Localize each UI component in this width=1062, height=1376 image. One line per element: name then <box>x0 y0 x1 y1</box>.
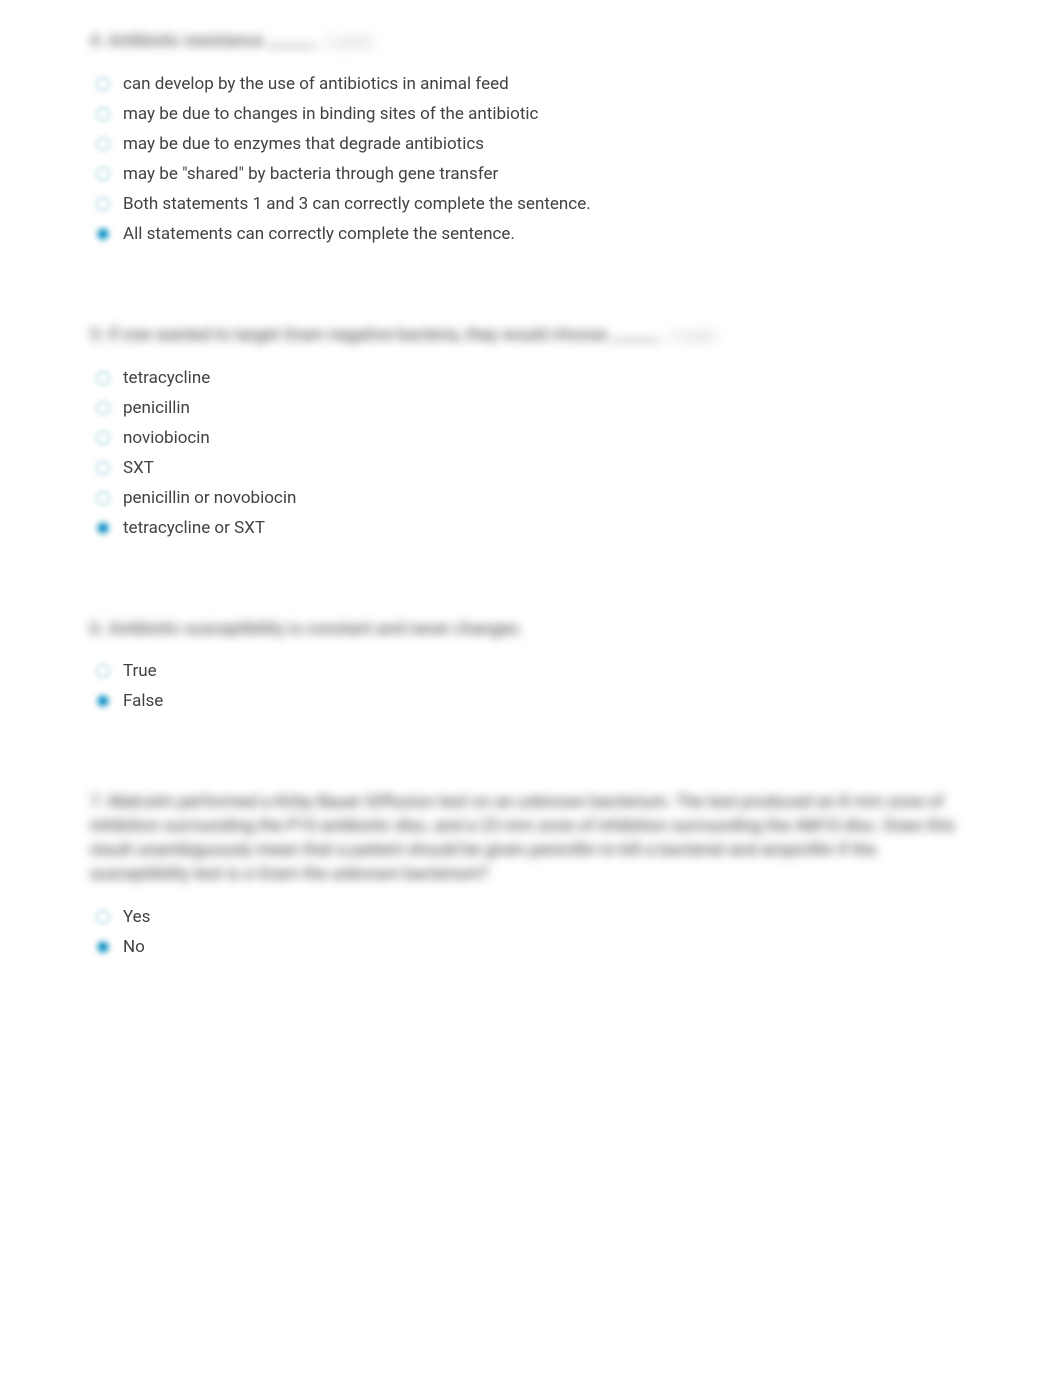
radio-icon <box>95 370 111 386</box>
question-5-option-0[interactable]: tetracycline <box>95 368 972 388</box>
radio-icon <box>95 460 111 476</box>
radio-icon <box>95 400 111 416</box>
question-6-option-0[interactable]: True <box>95 661 972 681</box>
question-5-option-2[interactable]: noviobiocin <box>95 428 972 448</box>
question-4-option-4[interactable]: Both statements 1 and 3 can correctly co… <box>95 194 972 214</box>
question-7-option-1-label: No <box>123 937 145 957</box>
question-4-option-5-label: All statements can correctly complete th… <box>123 224 515 244</box>
question-7-option-1[interactable]: No <box>95 937 972 957</box>
question-7-option-0[interactable]: Yes <box>95 907 972 927</box>
question-4-option-0[interactable]: can develop by the use of antibiotics in… <box>95 74 972 94</box>
radio-icon <box>95 430 111 446</box>
question-5-option-0-label: tetracycline <box>123 368 210 388</box>
radio-icon <box>95 939 111 955</box>
radio-icon <box>95 909 111 925</box>
question-5-number: 5 <box>90 325 100 345</box>
question-4-option-0-label: can develop by the use of antibiotics in… <box>123 74 509 94</box>
question-4-option-1[interactable]: may be due to changes in binding sites o… <box>95 104 972 124</box>
radio-icon <box>95 490 111 506</box>
radio-icon <box>95 693 111 709</box>
question-7-text: Malcolm performed a Kirby Bauer Diffusio… <box>90 792 955 883</box>
question-6-option-1[interactable]: False <box>95 691 972 711</box>
question-4-points: (1 point) <box>326 35 371 49</box>
question-4-option-3[interactable]: may be "shared" by bacteria through gene… <box>95 164 972 184</box>
question-5-option-3-label: SXT <box>123 458 154 478</box>
radio-icon <box>95 663 111 679</box>
question-4-option-4-label: Both statements 1 and 3 can correctly co… <box>123 194 591 214</box>
question-5-option-5-label: tetracycline or SXT <box>123 518 265 538</box>
question-4-text: Antibiotic resistance ______. <box>108 31 318 51</box>
question-5-option-3[interactable]: SXT <box>95 458 972 478</box>
question-4-option-2[interactable]: may be due to enzymes that degrade antib… <box>95 134 972 154</box>
question-6-option-1-label: False <box>123 691 163 711</box>
question-4-option-5[interactable]: All statements can correctly complete th… <box>95 224 972 244</box>
question-7-option-0-label: Yes <box>123 907 150 927</box>
question-6-text: Antibiotic susceptibility is constant an… <box>108 619 523 639</box>
question-5-option-1-label: penicillin <box>123 398 190 418</box>
question-5-option-4[interactable]: penicillin or novobiocin <box>95 488 972 508</box>
question-5-text: If one wanted to target Gram negative ba… <box>108 325 662 345</box>
question-5-option-5[interactable]: tetracycline or SXT <box>95 518 972 538</box>
question-5-option-1[interactable]: penicillin <box>95 398 972 418</box>
radio-icon <box>95 520 111 536</box>
question-4-option-3-label: may be "shared" by bacteria through gene… <box>123 164 498 184</box>
question-5-points: (1 point) <box>670 329 715 343</box>
radio-icon <box>95 106 111 122</box>
radio-icon <box>95 196 111 212</box>
question-5-option-2-label: noviobiocin <box>123 428 210 448</box>
question-6-option-0-label: True <box>123 661 157 681</box>
question-4-option-2-label: may be due to enzymes that degrade antib… <box>123 134 484 154</box>
question-6-number: 6 <box>90 619 100 639</box>
question-5-option-4-label: penicillin or novobiocin <box>123 488 296 508</box>
radio-icon <box>95 76 111 92</box>
question-7-number: 7 <box>90 792 100 812</box>
radio-icon <box>95 136 111 152</box>
radio-icon <box>95 166 111 182</box>
question-4-number: 4 <box>90 31 100 51</box>
question-4-option-1-label: may be due to changes in binding sites o… <box>123 104 538 124</box>
radio-icon <box>95 226 111 242</box>
